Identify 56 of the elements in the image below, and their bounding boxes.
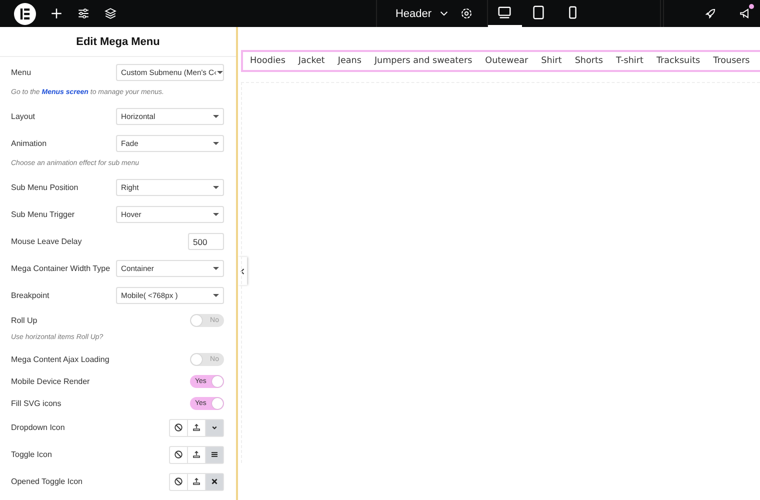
ban-icon	[174, 423, 183, 432]
caret-icon	[213, 115, 219, 118]
template-dropdown[interactable]: Header	[377, 8, 460, 20]
field-label: Roll Up	[11, 316, 38, 324]
menu-item[interactable]: Jacket	[298, 56, 325, 66]
icon-option[interactable]	[205, 474, 223, 490]
field-label: Breakpoint	[11, 291, 50, 300]
icon-option[interactable]	[205, 446, 223, 462]
caret-icon	[213, 294, 219, 297]
ban-icon	[174, 477, 183, 486]
menu-item[interactable]: Trousers	[713, 56, 750, 66]
menu-item[interactable]: Shorts	[574, 56, 604, 66]
chevron-left-icon	[240, 268, 245, 274]
field-label: Animation	[11, 139, 47, 148]
caret-icon	[213, 267, 219, 270]
menu-item[interactable]: Shirt	[541, 56, 562, 66]
settings-icon[interactable]	[77, 7, 90, 20]
menu-item[interactable]: Tracksuits	[656, 56, 700, 66]
menu-icon	[210, 450, 219, 459]
add-icon[interactable]	[50, 7, 63, 20]
settings-icon[interactable]	[460, 7, 473, 20]
field-label: Sub Menu Trigger	[11, 210, 75, 219]
menu-item[interactable]: T-shirt	[616, 56, 644, 66]
field-label: Mobile Device Render	[11, 376, 90, 386]
field-label: Mouse Leave Delay	[11, 237, 82, 246]
upload-icon	[192, 450, 201, 459]
caret-icon	[216, 71, 223, 74]
field-label: Layout	[11, 112, 36, 121]
field-label: Opened Toggle Icon	[11, 477, 82, 486]
menu-item[interactable]: Jumpers and sweaters	[374, 56, 472, 66]
caret-icon	[213, 213, 219, 216]
menu-item[interactable]: Hoodies	[250, 56, 286, 66]
rocket-icon[interactable]	[704, 7, 717, 20]
monitor-icon	[497, 5, 512, 20]
panel-title: Edit Mega Menu	[0, 27, 236, 57]
field-label: Toggle Icon	[11, 450, 52, 459]
logo-icon[interactable]	[14, 2, 36, 24]
caret-icon	[213, 186, 219, 189]
layers-icon[interactable]	[104, 7, 117, 20]
number-field[interactable]: 500	[188, 233, 224, 250]
tablet-icon	[531, 5, 546, 20]
close-icon	[210, 477, 219, 486]
caret-icon	[213, 142, 219, 145]
field-label: Mega Content Ajax Loading	[11, 354, 110, 364]
upload-icon	[192, 477, 201, 486]
chevron-down-icon	[440, 11, 448, 16]
field-label: Menu	[11, 68, 32, 77]
ban-icon	[174, 450, 183, 459]
field-label: Mega Container Width Type	[11, 264, 110, 273]
collapse-handle[interactable]	[238, 257, 247, 285]
menu-item[interactable]: Outewear	[485, 56, 528, 66]
upload-icon	[192, 423, 201, 432]
field-label: Fill SVG icons	[11, 398, 62, 408]
menu-item[interactable]: Jeans	[338, 56, 362, 66]
field-label: Dropdown Icon	[11, 423, 65, 432]
field-label: Sub Menu Position	[11, 183, 78, 192]
